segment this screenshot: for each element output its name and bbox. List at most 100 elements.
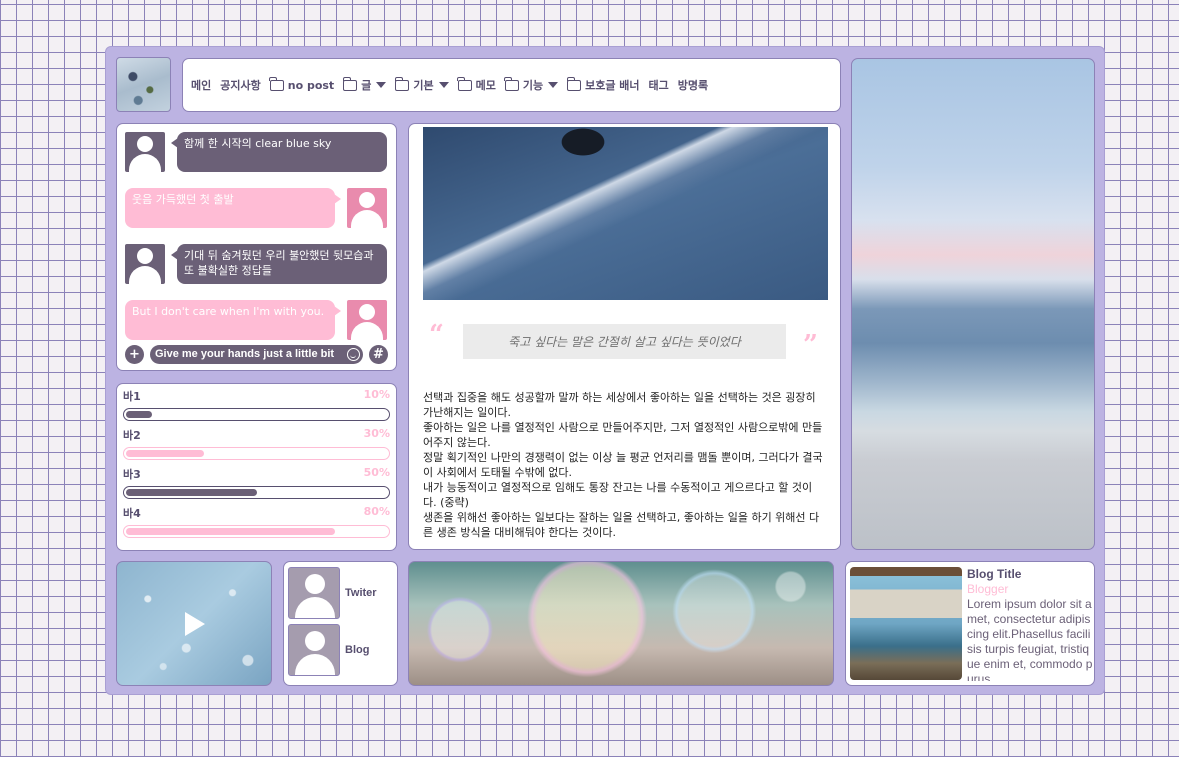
nav-item-label: 기본 <box>413 79 434 92</box>
chat-panel: 함께 한 시작의 clear blue sky 웃음 가득했던 첫 출발 기대 … <box>116 123 397 371</box>
blog-avatar[interactable] <box>116 57 171 112</box>
nav-item[interactable]: 기능 <box>504 76 559 93</box>
progress-bar-track <box>123 408 390 421</box>
post-paragraph: 좋아하는 일은 나를 열정적인 사람으로 만들어주지만, 그저 열정적인 사람으… <box>423 421 823 449</box>
chat-input-row: + Give me your hands just a little bit # <box>125 344 389 364</box>
video-thumbnail[interactable] <box>116 561 272 686</box>
nav-item[interactable]: 메인 <box>191 77 211 93</box>
nav-item-label: 메인 <box>191 79 212 92</box>
link-twitter[interactable]: Twiter <box>288 567 377 619</box>
link-label[interactable]: Twiter <box>345 587 377 599</box>
nav-item-label: 보호글 배너 <box>585 79 640 92</box>
links-panel: Twiter Blog <box>283 561 398 686</box>
folder-icon <box>457 76 472 91</box>
nav-item-label: 태그 <box>648 79 669 92</box>
folder-icon <box>566 76 582 91</box>
progress-bar-fill <box>126 528 335 535</box>
chat-input-value: Give me your hands just a little bit <box>155 347 335 360</box>
nav-item[interactable]: 공지사항 <box>220 77 260 93</box>
nav-item[interactable]: 메모 <box>457 76 496 93</box>
chat-bubble: But I don't care when I'm with you. <box>125 300 341 340</box>
folder-icon <box>394 76 410 91</box>
profile-icon <box>125 244 165 284</box>
chat-message: But I don't care when I'm with you. <box>125 300 387 340</box>
progress-bar-header: 바1 10% <box>123 388 390 403</box>
chat-message: 기대 뒤 숨겨뒀던 우리 불안했던 뒷모습과 또 불확실한 정답들 <box>125 244 387 284</box>
chat-message: 웃음 가득했던 첫 출발 <box>125 188 387 228</box>
blog-card-text: Blog Title Blogger Lorem ipsum dolor sit… <box>967 567 1093 681</box>
nav-item-label: 글 <box>361 79 372 92</box>
nav-item-label: 메모 <box>475 79 496 92</box>
progress-panel: 바1 10% 바2 30% 바3 50% 바4 80% <box>116 383 397 551</box>
nav-item-label: no post <box>287 78 335 92</box>
nav-item-label: 방명록 <box>677 79 709 92</box>
blog-card[interactable]: Blog Title Blogger Lorem ipsum dolor sit… <box>845 561 1095 686</box>
profile-icon <box>288 624 340 676</box>
nav-item[interactable]: no post <box>269 76 335 92</box>
progress-bar-track <box>123 525 390 538</box>
bubbles-photo <box>408 561 834 686</box>
progress-bar-header: 바4 80% <box>123 505 390 520</box>
folder-icon <box>504 76 519 91</box>
post-paragraph: 내가 능동적이고 열정적으로 임해도 통장 잔고는 나를 수동적이고 게으르다고… <box>423 481 813 509</box>
progress-bar-track <box>123 447 390 460</box>
nav-item[interactable]: 글 <box>342 76 387 93</box>
post-panel: “ 죽고 싶다는 말은 간절히 살고 싶다는 뜻이었다 ” 선택과 집중을 해도… <box>408 123 841 550</box>
progress-bar-track <box>123 486 390 499</box>
nav-item-label: 공지사항 <box>220 79 261 92</box>
profile-icon <box>125 132 165 172</box>
chat-bubble: 기대 뒤 숨겨뒀던 우리 불안했던 뒷모습과 또 불확실한 정답들 <box>171 244 387 284</box>
link-label[interactable]: Blog <box>345 644 369 656</box>
progress-bar-block: 바4 80% <box>123 505 390 544</box>
nav-item[interactable]: 기본 <box>394 76 449 93</box>
progress-bar-header: 바3 50% <box>123 466 390 481</box>
progress-bar-block: 바3 50% <box>123 466 390 505</box>
caret-down-icon[interactable] <box>548 82 559 88</box>
progress-bar-label: 바3 <box>123 468 141 481</box>
blog-card-title[interactable]: Blog Title <box>967 567 1093 581</box>
main-frame: 메인 공지사항 no post 글 기본 메모 기능 보호글 배너 태그 방명록 함께 한 시작의… <box>105 46 1105 695</box>
chat-input[interactable]: Give me your hands just a little bit <box>150 344 363 364</box>
folder-icon <box>342 76 358 91</box>
beach-photo <box>851 58 1095 550</box>
progress-bar-fill <box>126 489 257 496</box>
nav-item[interactable]: 보호글 배너 <box>566 76 640 93</box>
blog-card-image <box>850 567 962 680</box>
nav-item[interactable]: 방명록 <box>678 77 708 93</box>
progress-bar-label: 바2 <box>123 429 141 442</box>
profile-icon <box>288 567 340 619</box>
blog-card-body: Lorem ipsum dolor sit amet, consectetur … <box>967 597 1093 681</box>
progress-bar-label: 바1 <box>123 390 141 403</box>
profile-icon <box>347 300 387 340</box>
post-body: 선택과 집중을 해도 성공할까 말까 하는 세상에서 좋아하는 일을 선택하는 … <box>423 390 823 540</box>
caret-down-icon[interactable] <box>438 82 449 88</box>
chat-bubble: 함께 한 시작의 clear blue sky <box>171 132 387 172</box>
emoji-icon[interactable] <box>347 347 360 361</box>
nav-item[interactable]: 태그 <box>649 77 669 93</box>
blog-card-author: Blogger <box>967 582 1009 596</box>
profile-icon <box>347 188 387 228</box>
caret-down-icon[interactable] <box>376 82 387 88</box>
chat-message: 함께 한 시작의 clear blue sky <box>125 132 387 172</box>
post-paragraph: 선택과 집중을 해도 성공할까 말까 하는 세상에서 좋아하는 일을 선택하는 … <box>423 391 816 419</box>
chat-bubble: 웃음 가득했던 첫 출발 <box>125 188 341 228</box>
post-image <box>423 127 828 300</box>
progress-bar-header: 바2 30% <box>123 427 390 442</box>
progress-bar-fill <box>126 450 205 457</box>
post-quote: 죽고 싶다는 말은 간절히 살고 싶다는 뜻이었다 <box>463 324 786 359</box>
top-nav: 메인 공지사항 no post 글 기본 메모 기능 보호글 배너 태그 방명록 <box>182 58 841 112</box>
progress-bar-fill <box>126 411 153 418</box>
quote-close-icon: ” <box>803 330 818 360</box>
progress-bar-block: 바1 10% <box>123 388 390 427</box>
link-blog[interactable]: Blog <box>288 624 369 676</box>
progress-bar-percent: 10% <box>363 388 390 401</box>
progress-bar-block: 바2 30% <box>123 427 390 466</box>
plus-icon[interactable]: + <box>125 344 144 364</box>
post-paragraph: 정말 획기적인 나만의 경쟁력이 없는 이상 늘 평균 언저리를 맴돌 뿐이며,… <box>423 451 823 479</box>
progress-bar-percent: 80% <box>363 505 390 518</box>
play-icon[interactable] <box>185 612 205 636</box>
progress-bar-percent: 30% <box>363 427 390 440</box>
progress-bar-percent: 50% <box>363 466 390 479</box>
hash-icon[interactable]: # <box>369 344 388 364</box>
nav-item-label: 기능 <box>522 79 544 92</box>
